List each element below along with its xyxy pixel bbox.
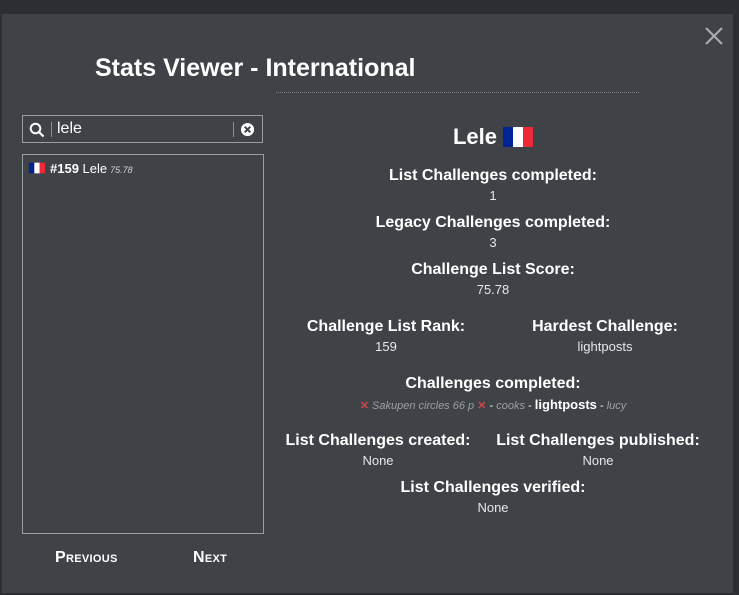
player-search: [22, 115, 263, 143]
hardest-label: Hardest Challenge:: [532, 318, 678, 335]
search-input[interactable]: [57, 119, 227, 139]
france-flag-icon: [29, 162, 45, 174]
rank-label: Challenge List Rank:: [306, 318, 466, 335]
legacy-completed-label: Legacy Challenges completed:: [375, 214, 611, 231]
published-value: None: [582, 453, 614, 468]
title-region: International: [265, 54, 416, 82]
list-item[interactable]: #159 Lele 75.78: [29, 161, 133, 177]
clear-search-icon[interactable]: [240, 122, 255, 137]
challenge-separator: -: [489, 400, 494, 412]
previous-button[interactable]: Previous: [55, 549, 118, 567]
france-flag-icon: [503, 127, 534, 147]
score-label: Challenge List Score:: [411, 261, 575, 278]
list-item-rank: #159: [50, 161, 79, 176]
top-bar: [0, 0, 739, 14]
player-heading: Lele: [275, 124, 711, 150]
list-item-score: 75.78: [110, 165, 133, 175]
legacy-completed-value: 3: [489, 235, 497, 250]
challenge-link[interactable]: lightposts: [535, 397, 597, 412]
verified-value: None: [477, 500, 509, 515]
challenge-link[interactable]: cooks: [496, 400, 525, 412]
challenges-completed-label: Challenges completed:: [405, 375, 581, 392]
published-label: List Challenges published:: [496, 432, 700, 449]
created-value: None: [362, 453, 394, 468]
created-label: List Challenges created:: [285, 432, 471, 449]
search-icon: [29, 122, 45, 138]
stats-viewer-dialog: Stats Viewer - International #159 Lele75…: [2, 14, 733, 593]
title-divider: [276, 92, 639, 93]
challenge-link[interactable]: Sakupen circles 66 p: [372, 400, 474, 412]
list-completed-value: 1: [489, 188, 497, 203]
hardest-value: lightposts: [577, 339, 633, 354]
player-list: #159 Lele 75.78: [22, 154, 264, 534]
verified-label: List Challenges verified:: [400, 479, 586, 496]
search-divider: [51, 122, 52, 137]
list-item-name: Lele: [82, 161, 108, 176]
dialog-title: Stats Viewer - International: [95, 54, 415, 83]
challenge-separator: -: [599, 400, 604, 412]
challenges-completed-list: ✕ Sakupen circles 66 p ✕ - cooks - light…: [275, 397, 711, 412]
challenge-separator: -: [528, 400, 532, 412]
player-name: Lele: [452, 124, 498, 149]
clear-divider: [233, 122, 234, 137]
list-completed-label: List Challenges completed:: [388, 167, 598, 184]
failed-icon: ✕: [359, 400, 369, 412]
next-button[interactable]: Next: [193, 549, 227, 567]
challenge-link[interactable]: lucy: [607, 400, 627, 412]
failed-icon: ✕: [477, 400, 487, 412]
title-label: Stats Viewer -: [95, 54, 266, 82]
close-icon[interactable]: [702, 24, 726, 48]
score-value: 75.78: [476, 282, 510, 297]
rank-value: 159: [375, 339, 397, 354]
